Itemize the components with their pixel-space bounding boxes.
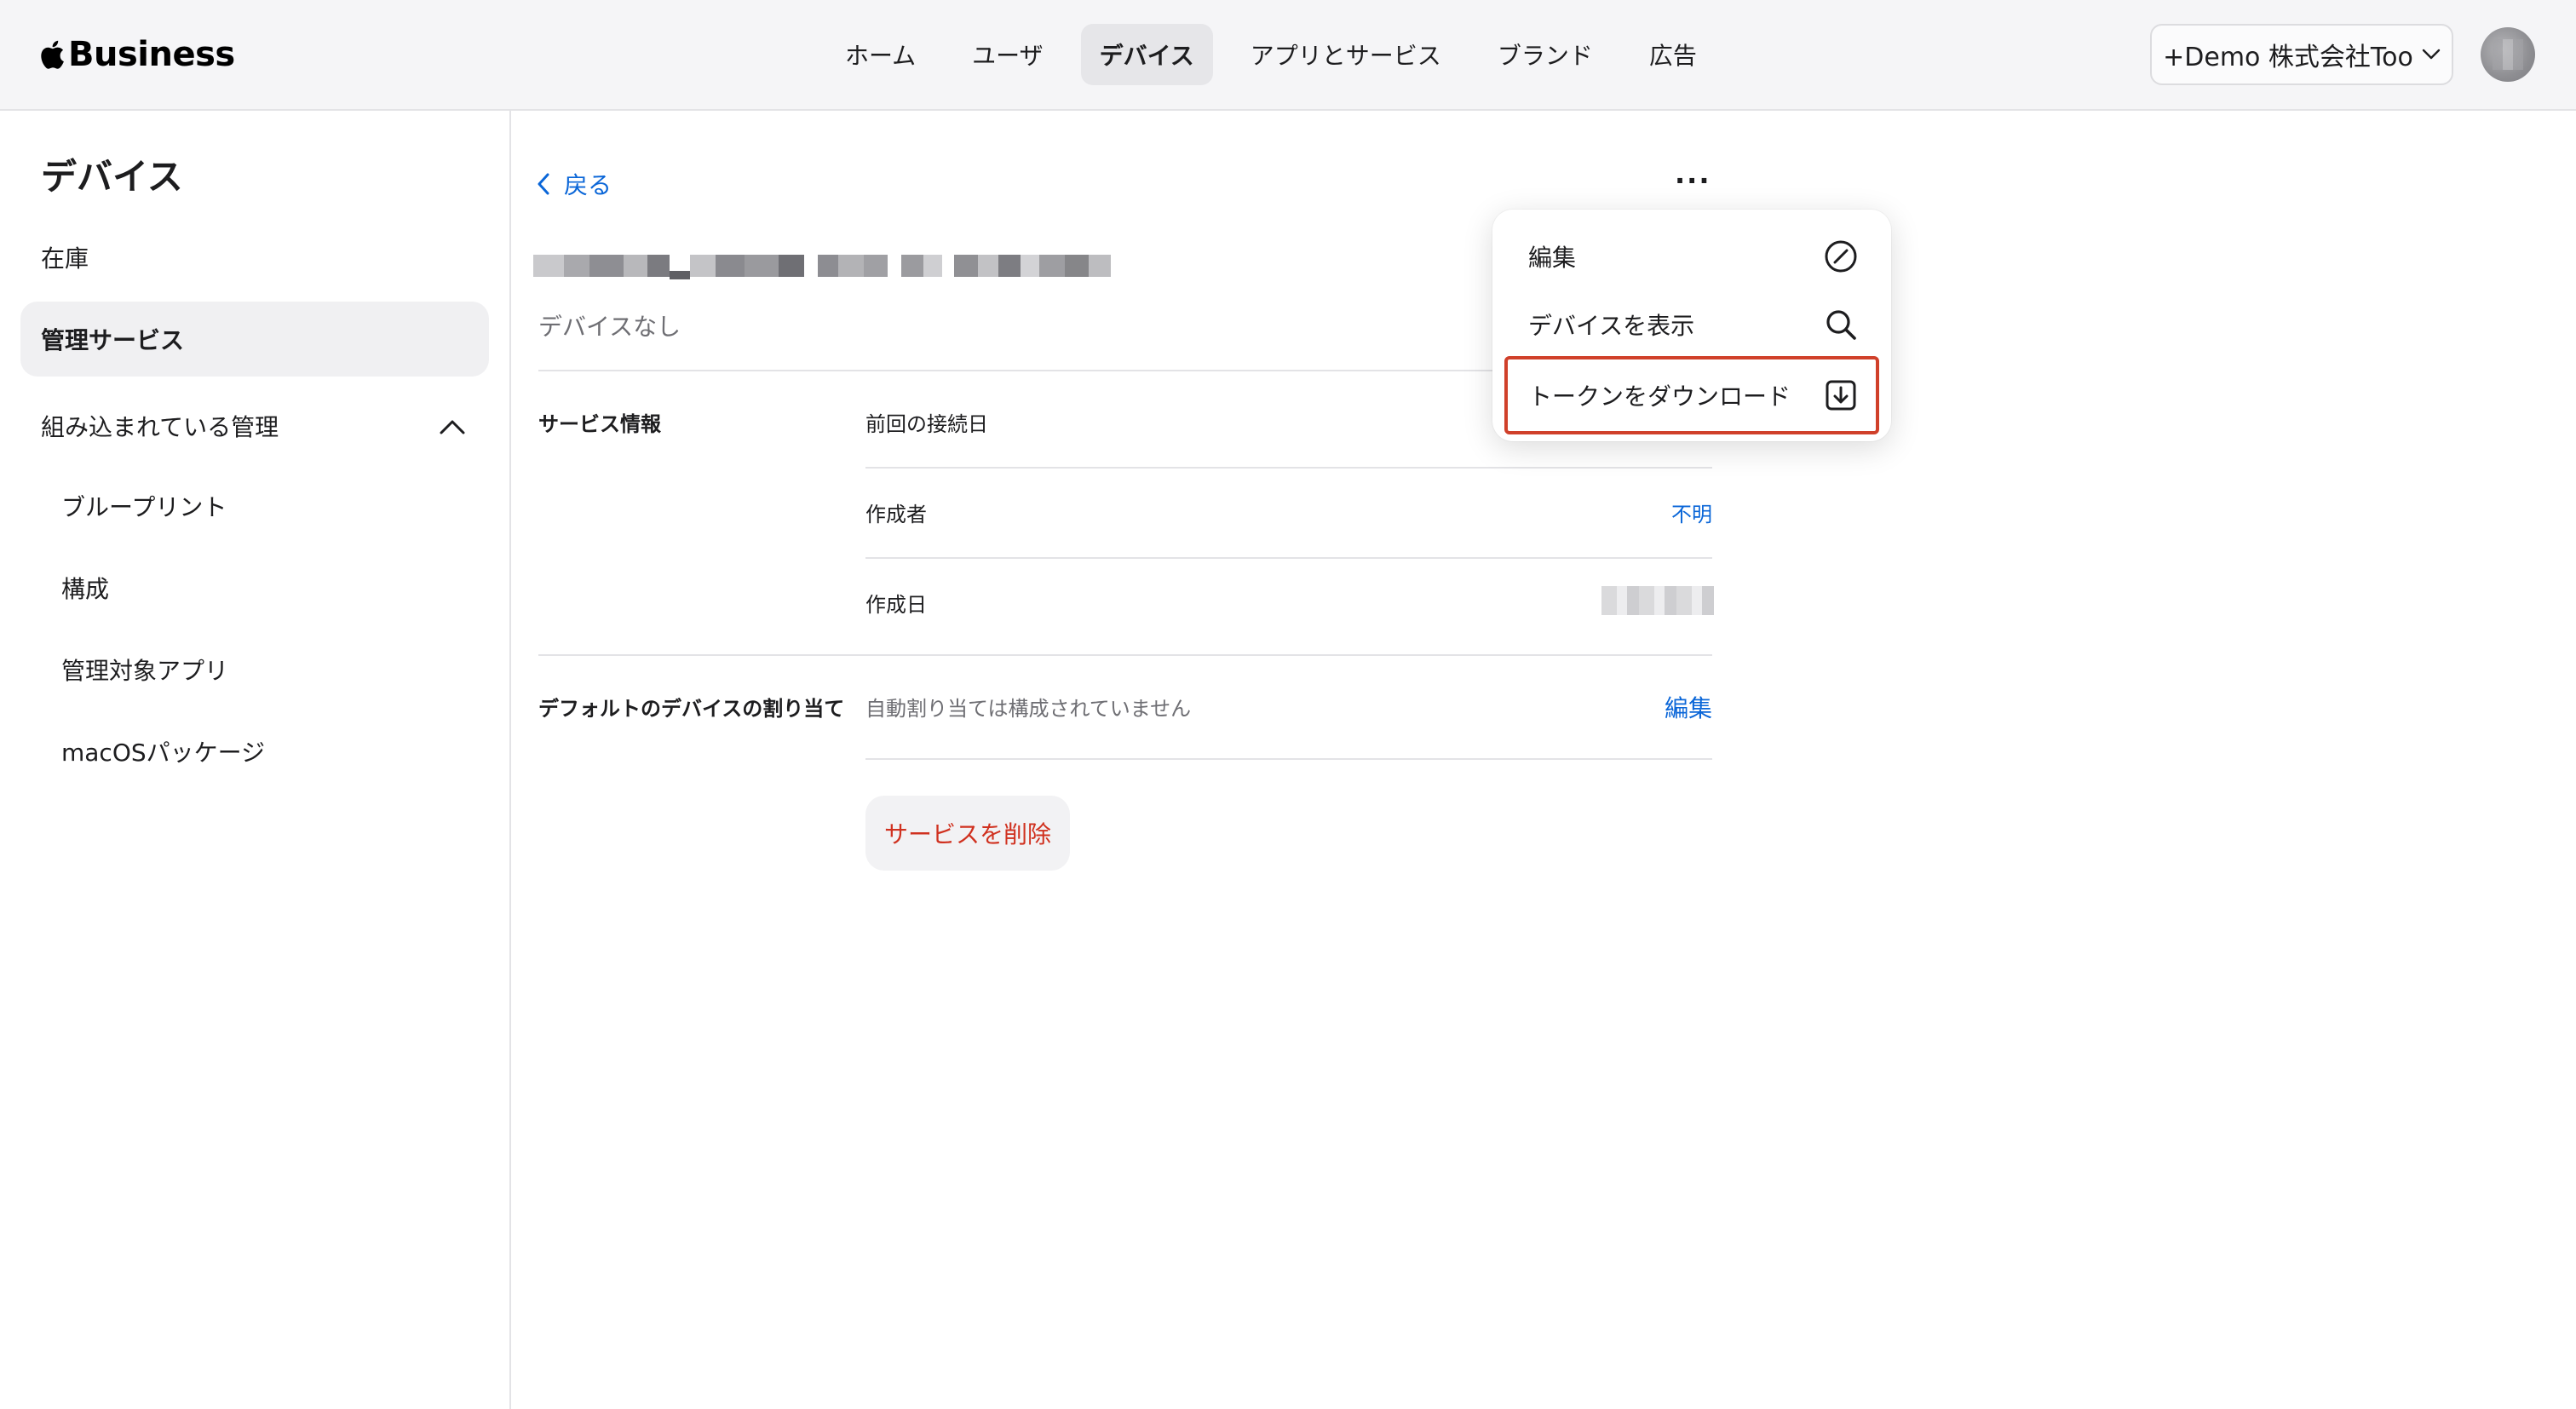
sidebar-item-blueprints[interactable]: ブループリント xyxy=(61,489,227,523)
apple-business-logo[interactable]: Business xyxy=(39,31,235,78)
brand-name: Business xyxy=(68,35,235,74)
sidebar: デバイス 在庫 管理サービス 組み込まれている管理 ブループリント 構成 管理対… xyxy=(0,111,511,1409)
menu-item-edit[interactable]: 編集 xyxy=(1504,223,1879,290)
sidebar-item-label: 管理サービス xyxy=(41,326,185,354)
default-assignment-value: 自動割り当ては構成されていません xyxy=(865,697,1192,721)
sidebar-item-inventory[interactable]: 在庫 xyxy=(41,240,89,274)
nav-advertising[interactable]: 広告 xyxy=(1630,24,1716,85)
divider xyxy=(865,557,1712,559)
menu-item-download-token[interactable]: トークンをダウンロード xyxy=(1504,356,1879,434)
top-navigation-bar: Business ホーム ユーザ デバイス アプリとサービス ブランド 広告 +… xyxy=(0,0,2576,111)
download-icon xyxy=(1826,380,1856,411)
back-link[interactable]: 戻る xyxy=(537,167,612,201)
service-info-label: サービス情報 xyxy=(538,412,661,436)
divider xyxy=(865,758,1712,760)
nav-apps-and-services[interactable]: アプリとサービス xyxy=(1232,24,1460,85)
menu-item-label: トークンをダウンロード xyxy=(1528,382,1791,411)
search-icon xyxy=(1826,310,1856,340)
account-name: +Demo 株式会社Too xyxy=(2163,43,2413,72)
delete-service-button[interactable]: サービスを削除 xyxy=(865,796,1070,871)
more-options-button[interactable]: ··· xyxy=(1675,167,1711,201)
last-connected-label: 前回の接続日 xyxy=(865,412,988,436)
device-count-subtitle: デバイスなし xyxy=(538,313,681,341)
chevron-down-icon xyxy=(2422,49,2441,60)
default-assignment-label: デフォルトのデバイスの割り当て xyxy=(538,697,845,721)
user-avatar[interactable] xyxy=(2481,27,2535,82)
menu-item-label: デバイスを表示 xyxy=(1528,312,1695,340)
sidebar-item-configurations[interactable]: 構成 xyxy=(61,571,109,605)
chevron-up-icon[interactable] xyxy=(438,412,467,441)
back-label: 戻る xyxy=(564,171,612,199)
sidebar-item-managed-apps[interactable]: 管理対象アプリ xyxy=(61,653,228,687)
sidebar-title: デバイス xyxy=(41,156,183,198)
edit-assignment-link[interactable]: 編集 xyxy=(1619,690,1712,724)
sidebar-item-macos-packages[interactable]: macOSパッケージ xyxy=(61,734,265,768)
creator-label: 作成者 xyxy=(865,503,927,526)
main-nav: ホーム ユーザ デバイス アプリとサービス ブランド 広告 xyxy=(826,24,1716,85)
account-switcher[interactable]: +Demo 株式会社Too xyxy=(2150,24,2453,85)
apple-logo-icon xyxy=(41,40,64,69)
created-date-label: 作成日 xyxy=(865,593,927,617)
sidebar-item-management-services[interactable]: 管理サービス xyxy=(20,302,489,377)
divider xyxy=(538,654,1712,656)
delete-service-label: サービスを削除 xyxy=(883,820,1051,848)
nav-brand[interactable]: ブランド xyxy=(1479,24,1612,85)
edit-slash-circle-icon xyxy=(1825,240,1857,273)
menu-item-label: 編集 xyxy=(1528,244,1577,272)
more-options-menu: 編集 デバイスを表示 トークンをダウンロード xyxy=(1492,210,1891,441)
creator-value[interactable]: 不明 xyxy=(1619,497,1712,527)
redacted-created-date xyxy=(1601,586,1714,615)
sidebar-item-built-in-management[interactable]: 組み込まれている管理 xyxy=(41,407,279,445)
nav-devices[interactable]: デバイス xyxy=(1080,24,1213,85)
divider xyxy=(865,467,1712,469)
menu-item-show-devices[interactable]: デバイスを表示 xyxy=(1504,291,1879,358)
redacted-service-title xyxy=(533,240,1121,291)
nav-users[interactable]: ユーザ xyxy=(953,24,1061,85)
nav-home[interactable]: ホーム xyxy=(826,24,934,85)
chevron-left-icon xyxy=(538,173,549,195)
